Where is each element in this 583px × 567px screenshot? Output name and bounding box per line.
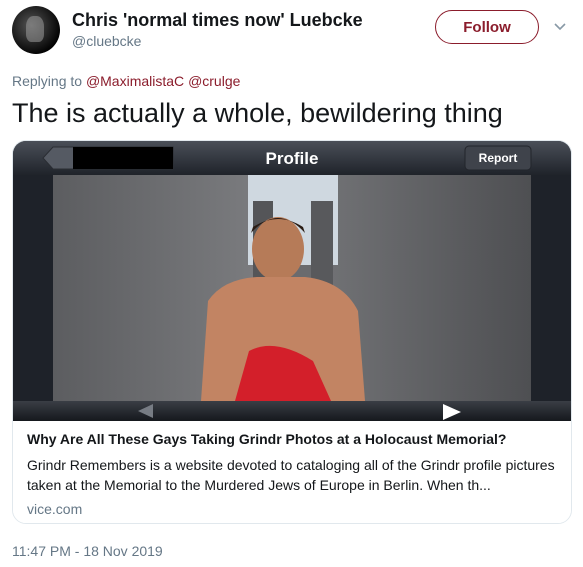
card-description: Grindr Remembers is a website devoted to… xyxy=(27,457,555,493)
report-button: Report xyxy=(479,151,518,165)
card-meta[interactable]: Why Are All These Gays Taking Grindr Pho… xyxy=(13,421,571,523)
card-title[interactable]: Why Are All These Gays Taking Grindr Pho… xyxy=(27,431,506,447)
author-name[interactable]: Chris 'normal times now' Luebcke xyxy=(72,10,363,31)
author-handle[interactable]: @cluebcke xyxy=(72,33,141,49)
reply-mention-maximalistac[interactable]: @MaximalistaC xyxy=(86,73,184,89)
screen-title: Profile xyxy=(266,149,319,168)
card-image[interactable]: Profile Report xyxy=(13,141,571,421)
reply-mention-crulge[interactable]: @crulge xyxy=(188,73,240,89)
chevron-down-icon[interactable] xyxy=(553,20,567,34)
reply-prefix: Replying to xyxy=(12,73,83,89)
tweet-text: The is actually a whole, bewildering thi… xyxy=(12,98,503,128)
timestamp[interactable]: 11:47 PM - 18 Nov 2019 xyxy=(12,543,163,559)
link-card[interactable]: Profile Report Why Are All These Gays Ta… xyxy=(12,140,572,524)
card-domain[interactable]: vice.com xyxy=(27,501,82,517)
avatar[interactable] xyxy=(12,6,60,54)
follow-button[interactable]: Follow xyxy=(435,10,539,44)
reply-context: Replying to @MaximalistaC @crulge xyxy=(12,73,240,89)
